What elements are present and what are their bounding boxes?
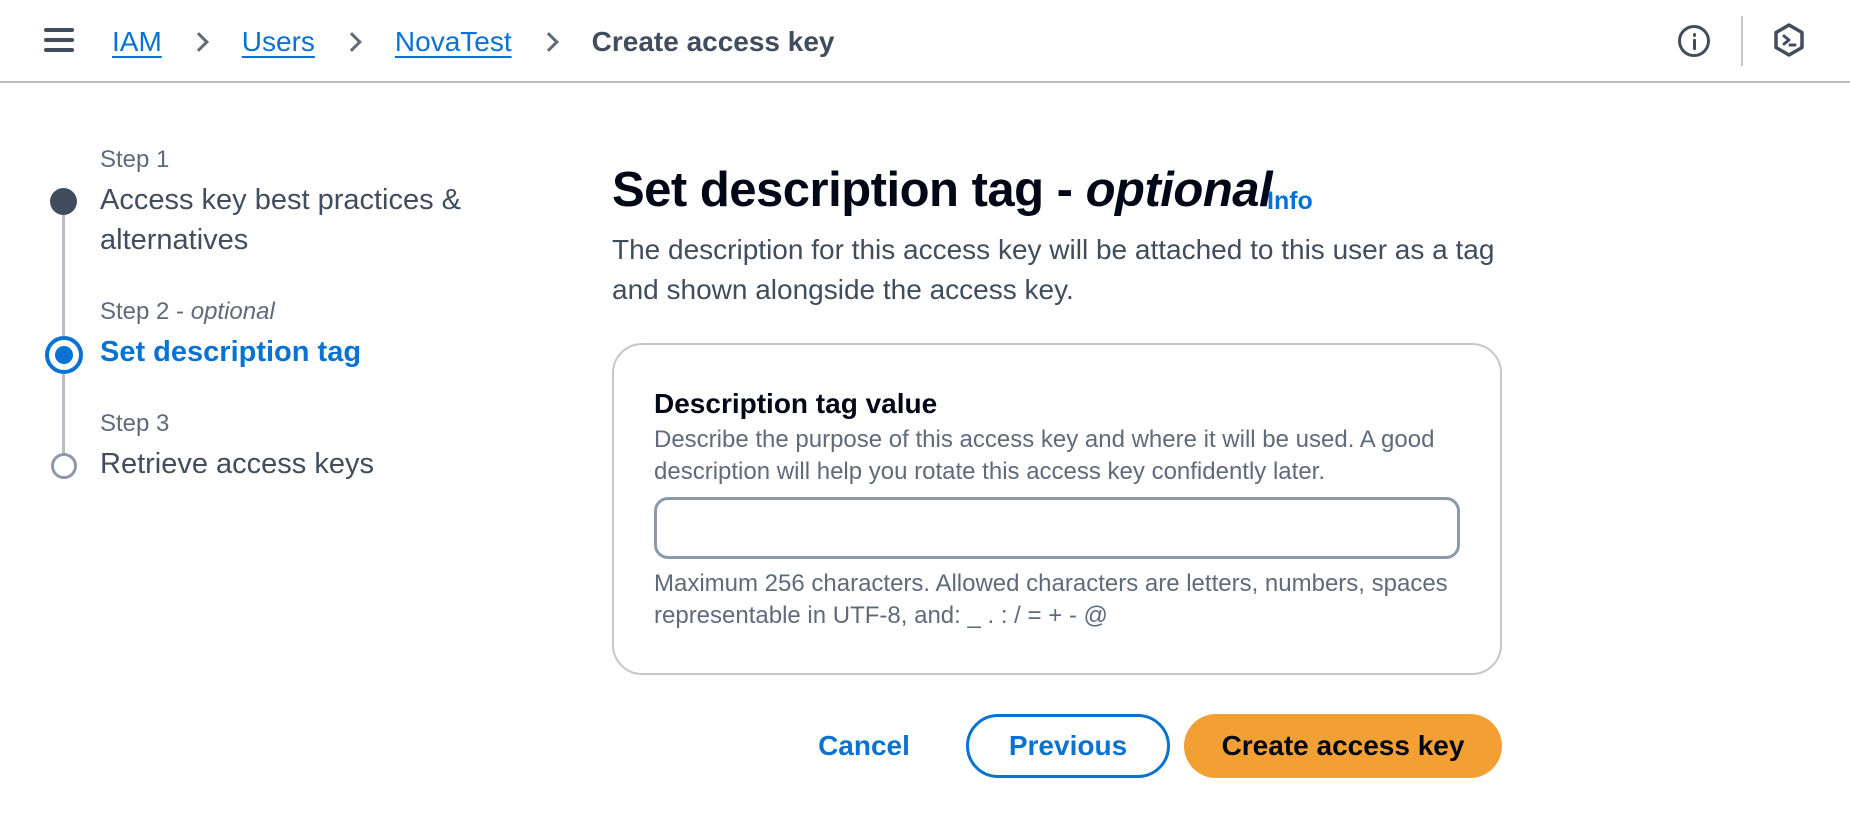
step-2-title: Set description tag [100,336,362,368]
chevron-right-icon [342,32,362,52]
field-label: Description tag value [654,388,938,419]
breadcrumb-novatest[interactable]: NovaTest [395,26,512,58]
step-connector-line [62,215,65,336]
field-description: Describe the purpose of this access key … [654,426,1435,485]
step-upcoming-dot-icon [51,453,77,479]
step-2-caption: Step 2 - optional [100,298,275,325]
page-description: The description for this access key will… [612,234,1495,305]
step-3-caption: Step 3 [100,410,170,437]
breadcrumb-users[interactable]: Users [242,26,315,58]
breadcrumb-current-page: Create access key [591,26,835,57]
top-navigation-bar: IAM Users NovaTest Create access key [0,0,1850,83]
info-link[interactable]: Info [1267,187,1313,216]
header-divider [1741,16,1743,66]
description-tag-input[interactable] [654,497,1460,559]
field-constraint-hint: Maximum 256 characters. Allowed characte… [654,570,1448,629]
breadcrumb-iam[interactable]: IAM [112,26,162,58]
create-access-key-button[interactable]: Create access key [1184,714,1502,778]
step-3-title: Retrieve access keys [100,448,374,480]
step-1-caption: Step 1 [100,146,170,173]
step-connector-line [62,374,65,453]
step-active-dot-icon [45,336,83,374]
hamburger-menu-icon[interactable] [44,28,74,54]
step-1-title[interactable]: Access key best practices & alternatives [100,180,500,260]
info-circle-icon[interactable] [1678,25,1710,57]
cancel-button[interactable]: Cancel [790,714,938,778]
breadcrumb: IAM Users NovaTest Create access key [112,22,835,62]
chevron-right-icon [538,32,559,52]
chevron-right-icon [188,32,209,52]
previous-button[interactable]: Previous [966,714,1170,778]
step-completed-dot-icon [50,188,77,215]
page-title: Set description tag - optional [612,163,1273,217]
cloudshell-hexagon-icon[interactable] [1772,22,1806,58]
